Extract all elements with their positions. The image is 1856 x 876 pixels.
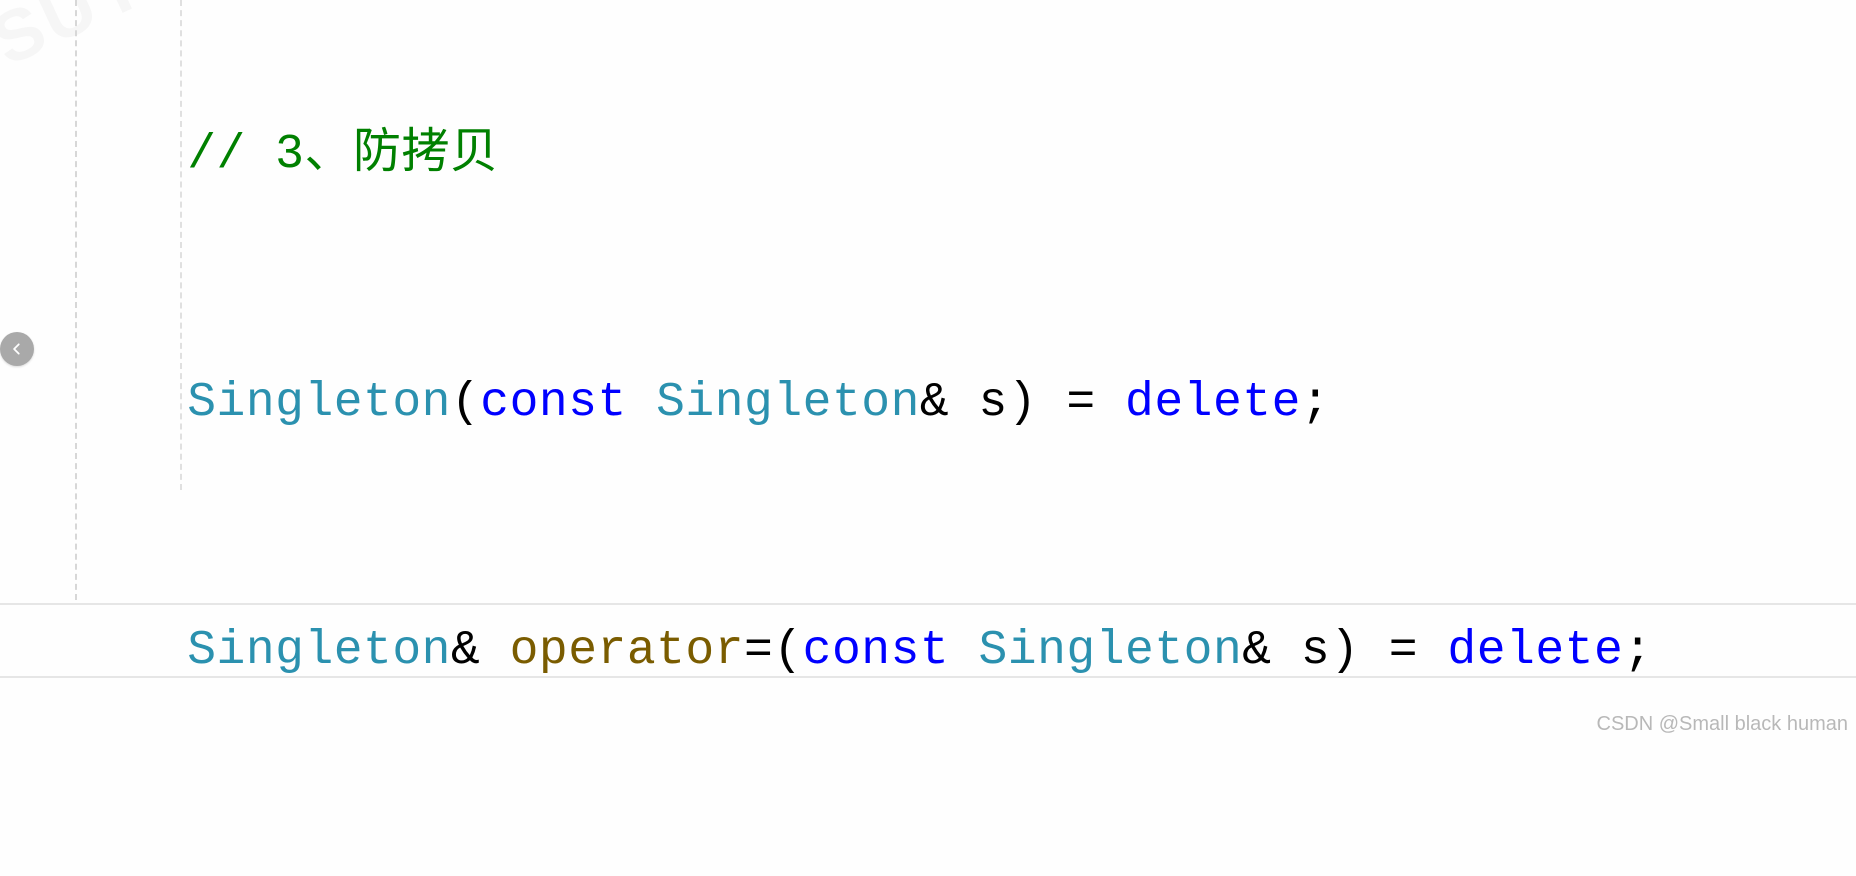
code-line: Singleton& operator=(const Singleton& s)… <box>70 620 1653 682</box>
code-editor[interactable]: SUY // 3、防拷贝 Singleton(const Singleton& … <box>0 0 1856 876</box>
horizontal-rule <box>0 676 1856 678</box>
code-line: Singleton(const Singleton& s) = delete; <box>70 372 1653 434</box>
comment-text: // 3、防拷贝 <box>187 128 498 182</box>
horizontal-rule <box>0 603 1856 605</box>
code-block[interactable]: // 3、防拷贝 Singleton(const Singleton& s) =… <box>70 0 1653 876</box>
prev-arrow-button[interactable] <box>0 332 34 366</box>
blank-line <box>70 868 1653 876</box>
chevron-left-icon <box>10 342 24 356</box>
code-line: // 3、防拷贝 <box>70 124 1653 186</box>
